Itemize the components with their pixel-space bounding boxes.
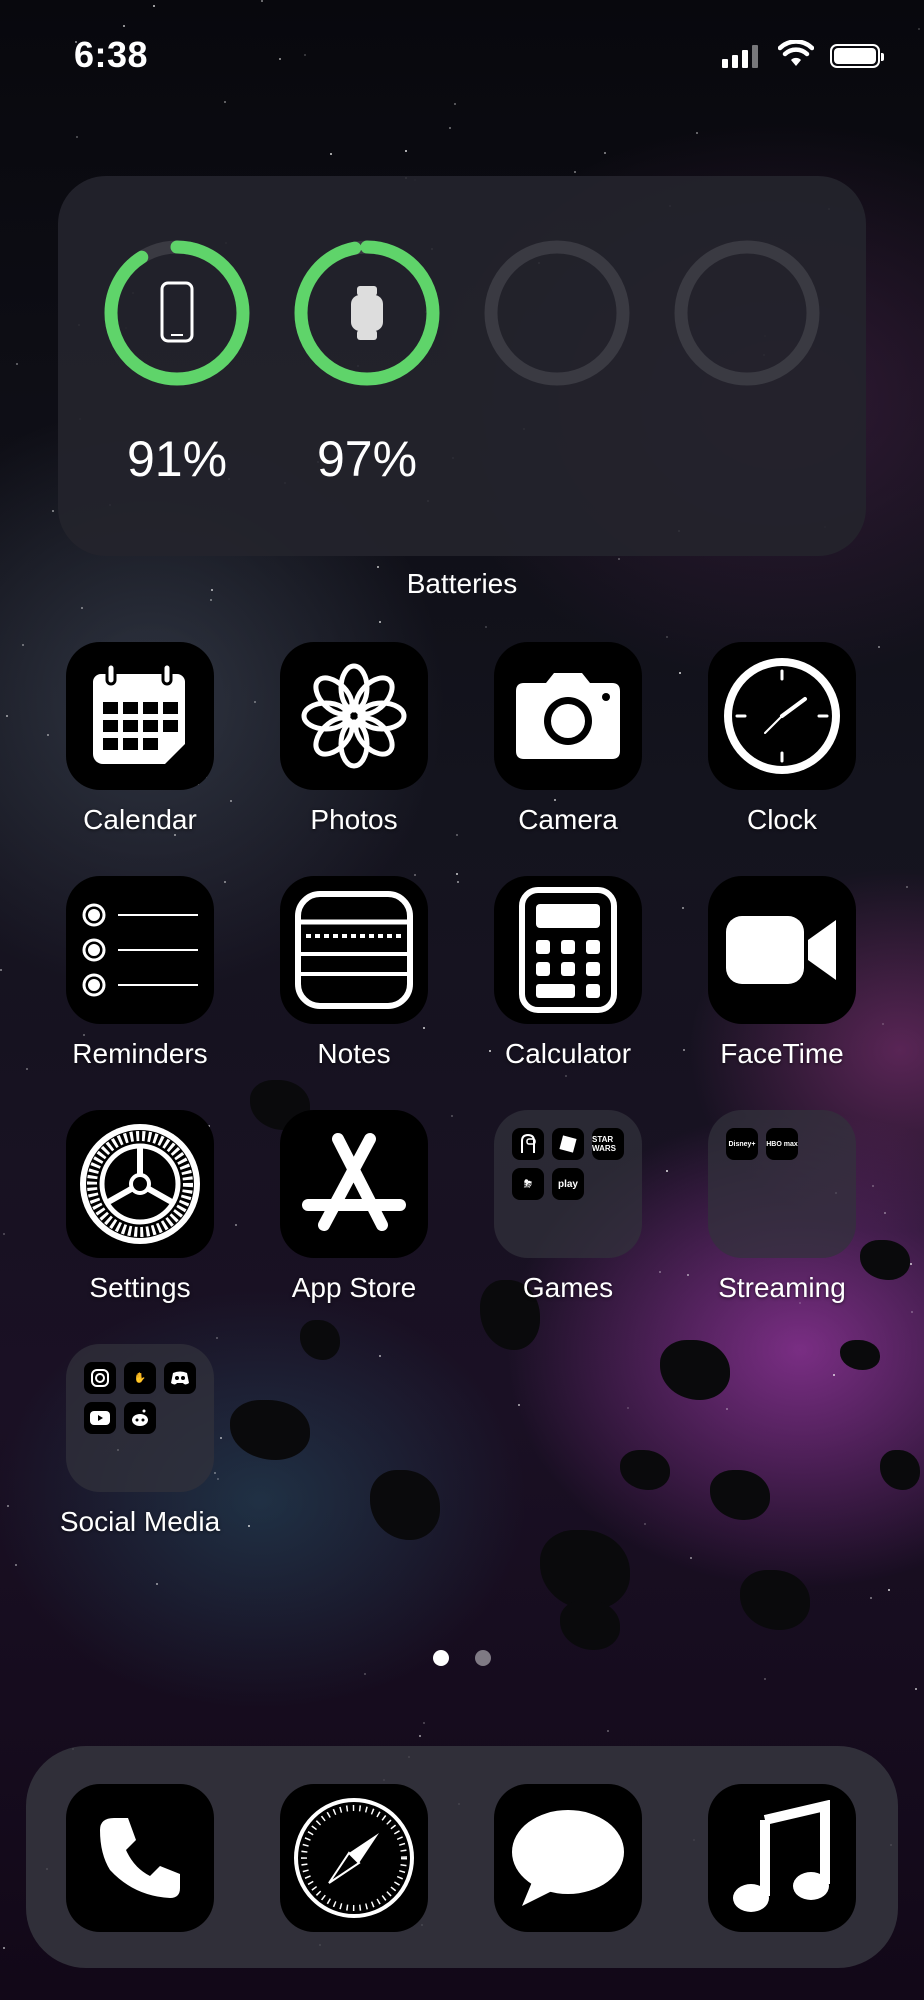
iphone-icon [160,281,194,343]
cellular-signal-icon [722,44,758,68]
disney-plus-icon: Disney+ [726,1128,758,1160]
battery-ring-phone [102,238,252,388]
app-label: Clock [746,804,817,835]
widget-title: Batteries [406,568,518,599]
youtube-icon [84,1402,116,1434]
battery-ring-empty-2 [672,238,822,388]
batteries-widget[interactable]: 91% 97% [58,176,866,556]
app-label: Calendar [83,804,197,835]
music-app[interactable] [708,1784,856,1932]
safari-app[interactable] [280,1784,428,1932]
app-label: Games [522,1272,614,1303]
notes-icon [295,891,413,1009]
discord-icon [164,1362,196,1394]
calculator-app[interactable] [494,876,642,1024]
notes-app[interactable] [280,876,428,1024]
reminders-list-icon [82,903,198,997]
watch-icon [351,286,383,340]
calendar-app[interactable] [66,642,214,790]
camera-icon [516,673,620,759]
message-bubble-icon [512,1810,624,1906]
settings-app[interactable] [66,1110,214,1258]
app-store-app[interactable] [280,1110,428,1258]
photos-app[interactable] [280,642,428,790]
page-dot-active[interactable] [433,1650,449,1666]
game-icon: ⛈ [512,1168,544,1200]
app-label: Settings [89,1272,191,1303]
app-label: Reminders [72,1038,208,1069]
video-camera-icon [726,916,836,984]
battery-percent-watch: 97% [316,431,418,487]
status-bar: 6:38 [0,0,924,110]
wifi-icon [778,40,814,66]
phone-icon [100,1818,180,1898]
play-icon: play [552,1168,584,1200]
page-dot[interactable] [475,1650,491,1666]
clock-icon [724,658,840,774]
roblox-icon [552,1128,584,1160]
music-note-icon [733,1800,830,1912]
calculator-icon [519,887,617,1013]
status-time: 6:38 [74,34,149,75]
battery-ring-watch [292,238,442,388]
gear-icon [80,1124,200,1244]
battery-icon [830,44,884,68]
compass-icon [294,1798,414,1918]
clock-app[interactable] [708,642,856,790]
dock [26,1746,898,1968]
reminders-app[interactable] [66,876,214,1024]
app-label: FaceTime [720,1038,844,1069]
page-indicator[interactable] [0,1650,924,1666]
facetime-app[interactable] [708,876,856,1024]
app-label: App Store [291,1272,417,1303]
app-store-icon [302,1133,406,1231]
games-folder[interactable]: STAR WARS ⛈ play [494,1110,642,1258]
camera-app[interactable] [494,642,642,790]
star-wars-icon: STAR WARS [592,1128,624,1160]
clubhouse-icon: ✋ [124,1362,156,1394]
phone-app[interactable] [66,1784,214,1932]
app-label: Calculator [504,1038,632,1069]
social-media-folder[interactable]: ✋ [66,1344,214,1492]
app-label: Camera [518,804,618,835]
app-label: Notes [317,1038,391,1069]
battery-ring-empty-1 [482,238,632,388]
reddit-icon [124,1402,156,1434]
app-label: Social Media [59,1506,221,1537]
hbo-max-icon: HBO max [766,1128,798,1160]
app-label: Photos [310,804,398,835]
photos-flower-icon [301,663,407,769]
app-label: Streaming [718,1272,846,1303]
among-us-icon [512,1128,544,1160]
instagram-icon [84,1362,116,1394]
streaming-folder[interactable]: Disney+ HBO max [708,1110,856,1258]
messages-app[interactable] [494,1784,642,1932]
battery-percent-phone: 91% [126,431,228,487]
calendar-icon [93,662,185,764]
